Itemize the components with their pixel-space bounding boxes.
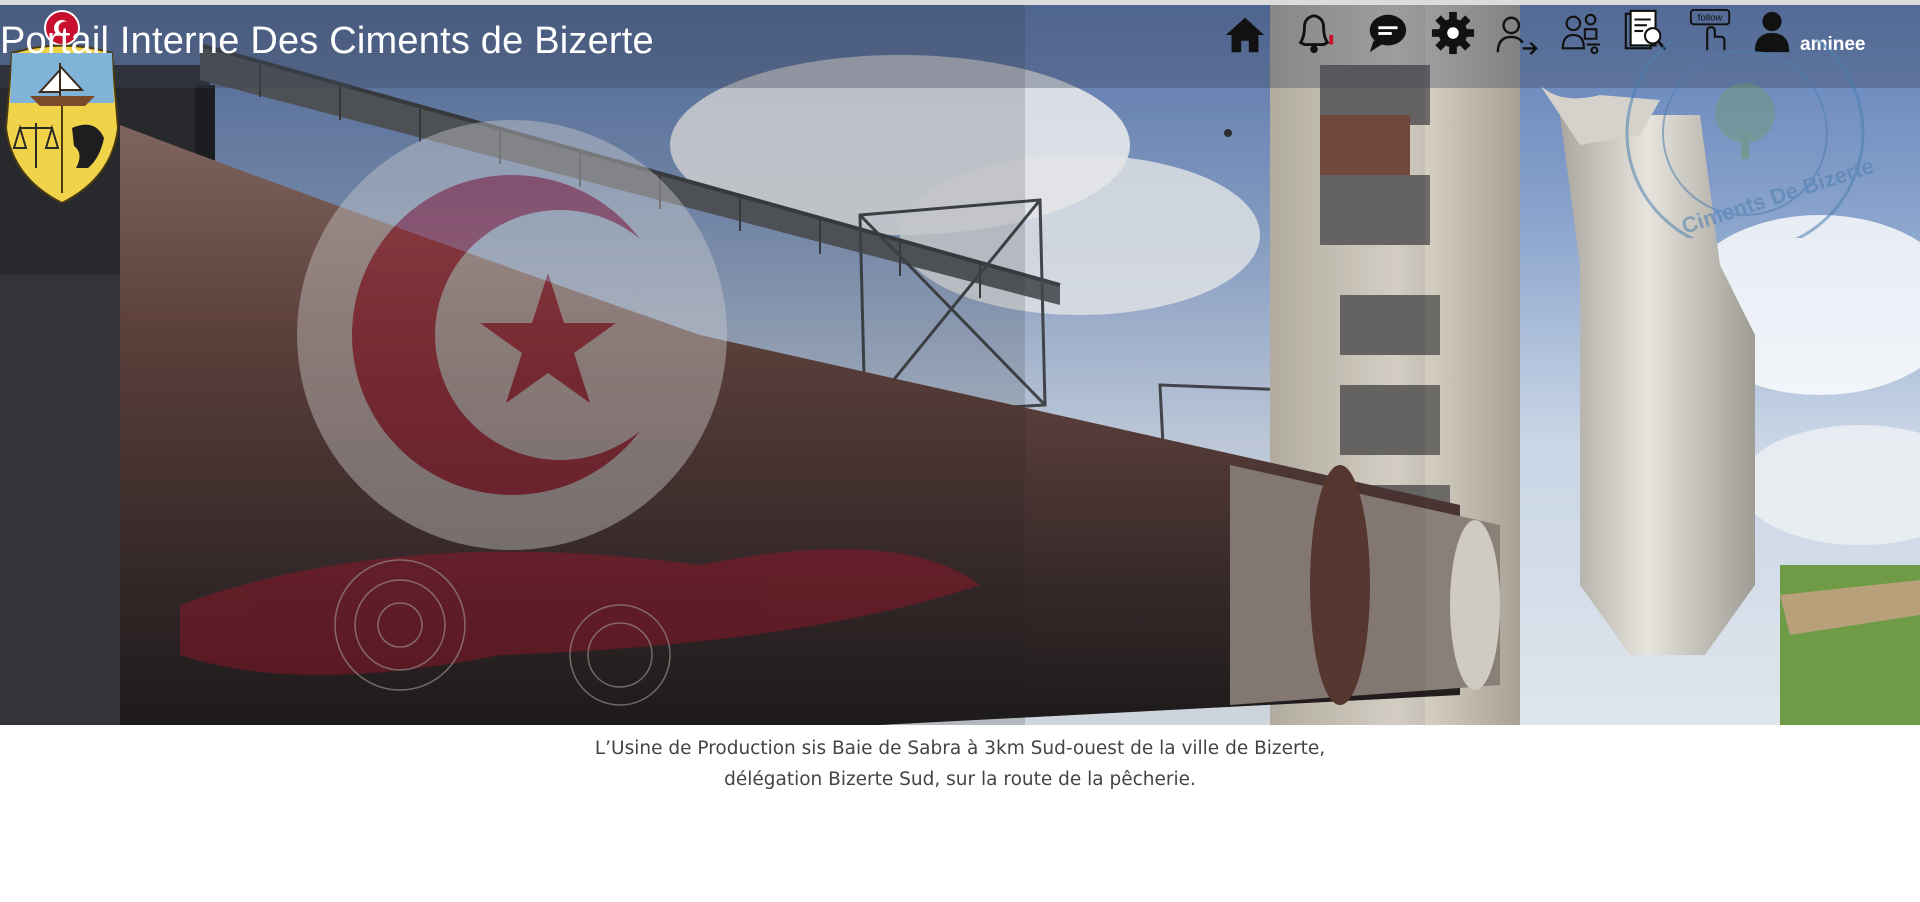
home-icon[interactable] (1222, 12, 1268, 58)
hero-caption: L’Usine de Production sis Baie de Sabra … (0, 733, 1920, 795)
settings-gear-icon[interactable] (1430, 10, 1476, 56)
watermark-text: Ciments De Bizerte (1678, 153, 1876, 238)
site-title: Portail Interne Des Ciments de Bizerte (0, 20, 654, 62)
chat-bubble-icon[interactable] (1364, 10, 1410, 56)
ciments-de-bizerte-watermark-logo: Ciments De Bizerte (1625, 38, 1877, 238)
caption-line-2: délégation Bizerte Sud, sur la route de … (724, 769, 1196, 790)
caption-line-1: L’Usine de Production sis Baie de Sabra … (594, 738, 1326, 759)
logout-user-arrow-icon[interactable] (1494, 12, 1540, 58)
carousel-indicator-dot[interactable] (1224, 129, 1232, 137)
notifications-bell-icon[interactable] (1286, 10, 1342, 56)
svg-text:follow: follow (1698, 12, 1723, 23)
